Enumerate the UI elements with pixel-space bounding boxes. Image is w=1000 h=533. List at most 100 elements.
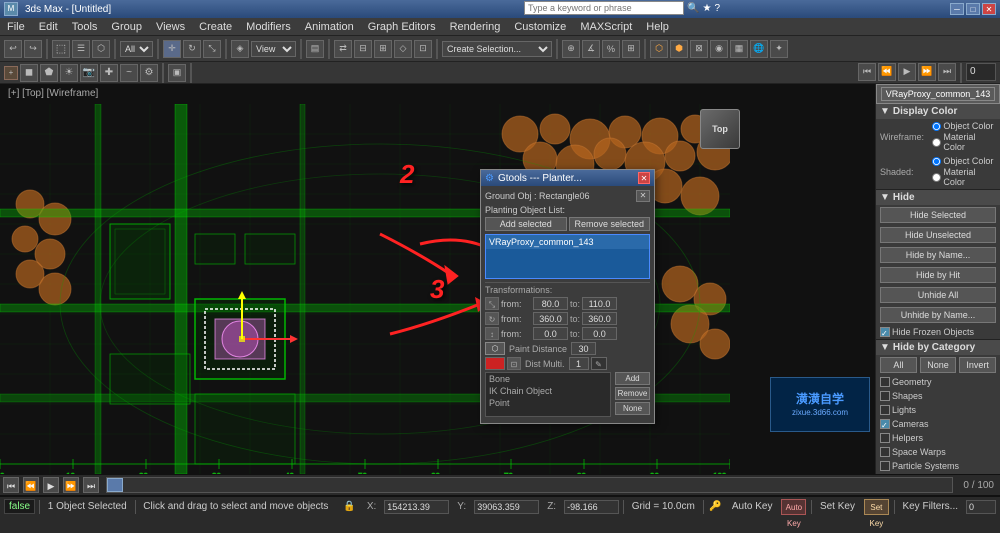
menu-help[interactable]: Help [643,21,672,33]
set-key-button[interactable]: Set Key [864,499,889,515]
lights-checkbox[interactable]: Lights [880,405,916,415]
shaded-material-color[interactable]: Material Color [932,167,996,187]
shaded-object-color[interactable]: Object Color [932,156,996,166]
key-filter-input[interactable] [966,500,996,514]
none-bone-button[interactable]: None [615,402,650,415]
paint-button[interactable]: ⬡ [485,342,505,355]
hide-unselected-button[interactable]: Hide Unselected [880,227,996,243]
z-from-input[interactable] [533,327,568,340]
quick-render[interactable]: ⬢ [670,40,688,58]
unhide-all-button[interactable]: Unhide All [880,287,996,303]
shapes-btn[interactable]: ⬟ [40,64,58,82]
wireframe-object-color[interactable]: Object Color [932,121,996,131]
display-color-header[interactable]: ▼ Display Color [876,104,1000,119]
scale-to-input[interactable] [582,297,617,310]
helpers-check[interactable] [880,433,890,443]
hide-frozen-checkbox[interactable]: Hide Frozen Objects [880,327,974,337]
next-frame-button[interactable]: ⏩ [918,63,936,81]
menu-maxscript[interactable]: MAXScript [577,21,635,33]
spacewarps-btn[interactable]: ~ [120,64,138,82]
hide-by-hit-button[interactable]: Hide by Hit [880,267,996,283]
prev-frame-button[interactable]: ⏪ [878,63,896,81]
align-button[interactable]: ⊟ [354,40,372,58]
ref-coord-button[interactable]: ◈ [231,40,249,58]
reference-coord[interactable]: View [251,41,296,57]
render-framew[interactable]: ▦ [730,40,748,58]
x-coord-input[interactable] [384,500,449,514]
go-start-button[interactable]: ⏮ [858,63,876,81]
shapes-check[interactable] [880,391,890,401]
menu-views[interactable]: Views [153,21,188,33]
timeline[interactable] [106,477,953,493]
render-scene[interactable]: ⬡ [650,40,668,58]
menu-tools[interactable]: Tools [69,21,101,33]
hide-category-header[interactable]: ▼ Hide by Category [876,340,1000,355]
standard-primitives[interactable]: ▣ [168,64,186,82]
help-icon[interactable]: ? [714,3,720,14]
planting-listbox[interactable]: VRayProxy_common_143 [485,234,650,279]
wireframe-material-color[interactable]: Material Color [932,132,996,152]
bone-listbox[interactable]: Bone IK Chain Object Point [485,372,611,417]
navcube-face[interactable]: Top [700,109,740,149]
place-highlight[interactable]: ◇ [394,40,412,58]
cameras-btn[interactable]: 📷 [80,64,98,82]
select-by-name-button[interactable]: ☰ [72,40,90,58]
go-end-button[interactable]: ⏭ [938,63,956,81]
helpers-btn[interactable]: ✚ [100,64,118,82]
create-tab[interactable]: + [4,66,18,80]
shapes-checkbox[interactable]: Shapes [880,391,923,401]
menu-graph-editors[interactable]: Graph Editors [365,21,439,33]
scale-button[interactable]: ⤡ [203,40,221,58]
go-end-anim[interactable]: ⏭ [83,477,99,493]
menu-group[interactable]: Group [108,21,145,33]
close-button[interactable]: ✕ [982,3,996,15]
spinner-snap[interactable]: ⊞ [622,40,640,58]
geometry-check[interactable] [880,377,890,387]
hide-frozen-check[interactable] [880,327,890,337]
all-button[interactable]: All [880,357,917,373]
cameras-check[interactable] [880,419,890,429]
menu-file[interactable]: File [4,21,28,33]
next-frame-anim[interactable]: ⏩ [63,477,79,493]
select-region-button[interactable]: ⬡ [92,40,110,58]
search-input[interactable] [524,1,684,15]
prev-frame-anim[interactable]: ⏪ [23,477,39,493]
invert-button[interactable]: Invert [959,357,996,373]
menu-create[interactable]: Create [196,21,235,33]
spacewarps-check[interactable] [880,447,890,457]
remove-bone-button[interactable]: Remove [615,387,650,400]
systems-btn[interactable]: ⚙ [140,64,158,82]
cameras-checkbox[interactable]: Cameras [880,419,929,429]
star-icon[interactable]: ★ [702,3,711,14]
effects[interactable]: ✦ [770,40,788,58]
z-to-input[interactable] [582,327,617,340]
menu-modifiers[interactable]: Modifiers [243,21,294,33]
redo-button[interactable]: ↪ [24,40,42,58]
paint-dist-input[interactable] [571,342,596,355]
lights-check[interactable] [880,405,890,415]
spacewarps-checkbox[interactable]: Space Warps [880,447,946,457]
play-button[interactable]: ▶ [898,63,916,81]
snap-toggle[interactable]: ⊕ [562,40,580,58]
ground-obj-reset[interactable]: ✕ [636,190,650,202]
gtools-close-button[interactable]: ✕ [638,172,650,184]
add-bone-button[interactable]: Add [615,372,650,385]
hide-selected-button[interactable]: Hide Selected [880,207,996,223]
maximize-button[interactable]: □ [966,3,980,15]
hide-header[interactable]: ▼ Hide [876,190,1000,205]
geometry-checkbox[interactable]: Geometry [880,377,932,387]
rot-to-input[interactable] [582,312,617,325]
go-start-anim[interactable]: ⏮ [3,477,19,493]
search-icon[interactable]: 🔍 [687,3,699,14]
normal-align[interactable]: ⊞ [374,40,392,58]
menu-animation[interactable]: Animation [302,21,357,33]
particles-checkbox[interactable]: Particle Systems [880,461,959,471]
helpers-checkbox[interactable]: Helpers [880,433,923,443]
particles-check[interactable] [880,461,890,471]
z-coord-input[interactable] [564,500,619,514]
named-selection[interactable]: Create Selection... [442,41,552,57]
minimize-button[interactable]: ─ [950,3,964,15]
material-editor[interactable]: ◉ [710,40,728,58]
selection-filter[interactable]: All [120,41,153,57]
pick-icon[interactable]: ✎ [591,357,607,370]
